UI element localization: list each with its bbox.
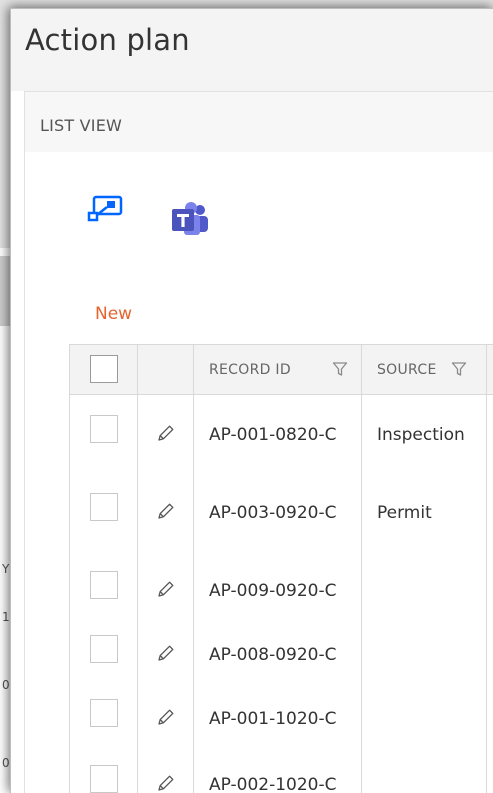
dialog-title-bar: Action plan (11, 9, 493, 91)
source-header[interactable]: SOURCE (362, 345, 487, 394)
list-view-label: LIST VIEW (40, 116, 123, 135)
record-id-header[interactable]: RECORD ID (194, 345, 362, 394)
record-id-value: AP-009-0920-C (209, 581, 337, 601)
table-row[interactable]: AP-001-0820-C Inspection (70, 395, 493, 473)
record-id-cell: AP-003-0920-C (194, 473, 362, 551)
record-id-value: AP-008-0920-C (209, 645, 337, 665)
row-edit-cell (138, 615, 194, 679)
edit-header-cell (138, 345, 194, 394)
row-select-checkbox[interactable] (90, 699, 118, 727)
teams-icon[interactable] (170, 200, 210, 240)
row-select-checkbox[interactable] (90, 571, 118, 599)
source-cell: Inspection (362, 395, 487, 473)
table-row[interactable]: AP-008-0920-C (70, 615, 493, 679)
background-text-fragment: Y (2, 562, 10, 576)
filter-icon[interactable] (332, 361, 348, 377)
row-edit-cell (138, 551, 194, 615)
row-edit-cell (138, 473, 194, 551)
more-columns-cell (487, 473, 493, 551)
pencil-edit-icon[interactable] (156, 423, 176, 443)
pencil-edit-icon[interactable] (156, 773, 176, 793)
grid-header-row: RECORD ID SOURCE (70, 345, 493, 395)
pencil-edit-icon[interactable] (156, 707, 176, 727)
table-row[interactable]: AP-009-0920-C (70, 551, 493, 615)
row-select-checkbox[interactable] (90, 493, 118, 521)
pencil-edit-icon[interactable] (156, 501, 176, 521)
select-all-cell (70, 345, 138, 394)
more-columns-cell (487, 745, 493, 793)
table-row[interactable]: AP-001-1020-C (70, 679, 493, 745)
record-id-cell: AP-001-1020-C (194, 679, 362, 745)
more-columns-cell (487, 679, 493, 745)
source-header-label: SOURCE (377, 362, 437, 378)
select-all-checkbox[interactable] (90, 355, 118, 383)
power-automate-icon[interactable] (85, 194, 125, 222)
row-select-cell (70, 615, 138, 679)
new-button[interactable]: New (95, 304, 132, 324)
pencil-edit-icon[interactable] (156, 643, 176, 663)
list-view-header: LIST VIEW (25, 92, 493, 152)
more-columns-cell (487, 395, 493, 473)
grid-body: AP-001-0820-C Inspection AP-003-0920-C Perm… (70, 395, 493, 793)
source-cell: Permit (362, 473, 487, 551)
source-value: Inspection (377, 425, 465, 445)
dialog-title: Action plan (25, 23, 190, 57)
row-edit-cell (138, 745, 194, 793)
row-select-cell (70, 551, 138, 615)
action-plan-dialog: Action plan LIST VIEW New RECORD ID SOUR… (10, 8, 493, 793)
record-id-value: AP-003-0920-C (209, 503, 337, 523)
row-select-checkbox[interactable] (90, 765, 118, 793)
record-id-cell: AP-009-0920-C (194, 551, 362, 615)
row-edit-cell (138, 395, 194, 473)
record-id-value: AP-002-1020-C (209, 775, 337, 793)
pencil-edit-icon[interactable] (156, 579, 176, 599)
row-select-checkbox[interactable] (90, 415, 118, 443)
more-columns-cell (487, 345, 493, 394)
row-edit-cell (138, 679, 194, 745)
more-columns-cell (487, 615, 493, 679)
row-select-checkbox[interactable] (90, 635, 118, 663)
record-id-cell: AP-008-0920-C (194, 615, 362, 679)
row-select-cell (70, 745, 138, 793)
record-id-cell: AP-001-0820-C (194, 395, 362, 473)
action-plan-grid: RECORD ID SOURCE AP-001-0820-C Inspection… (69, 344, 493, 793)
record-id-header-label: RECORD ID (209, 362, 291, 378)
source-cell (362, 679, 487, 745)
integration-toolbar (25, 152, 493, 242)
source-cell (362, 551, 487, 615)
list-view-container: LIST VIEW New RECORD ID SOURCE AP-001-08… (24, 91, 493, 793)
row-select-cell (70, 679, 138, 745)
source-cell (362, 745, 487, 793)
row-select-cell (70, 395, 138, 473)
source-value: Permit (377, 503, 432, 523)
row-select-cell (70, 473, 138, 551)
source-cell (362, 615, 487, 679)
more-columns-cell (487, 551, 493, 615)
filter-icon[interactable] (451, 361, 467, 377)
record-id-cell: AP-002-1020-C (194, 745, 362, 793)
table-row[interactable]: AP-003-0920-C Permit (70, 473, 493, 551)
table-row[interactable]: AP-002-1020-C (70, 745, 493, 793)
record-id-value: AP-001-0820-C (209, 425, 337, 445)
record-id-value: AP-001-1020-C (209, 709, 337, 729)
